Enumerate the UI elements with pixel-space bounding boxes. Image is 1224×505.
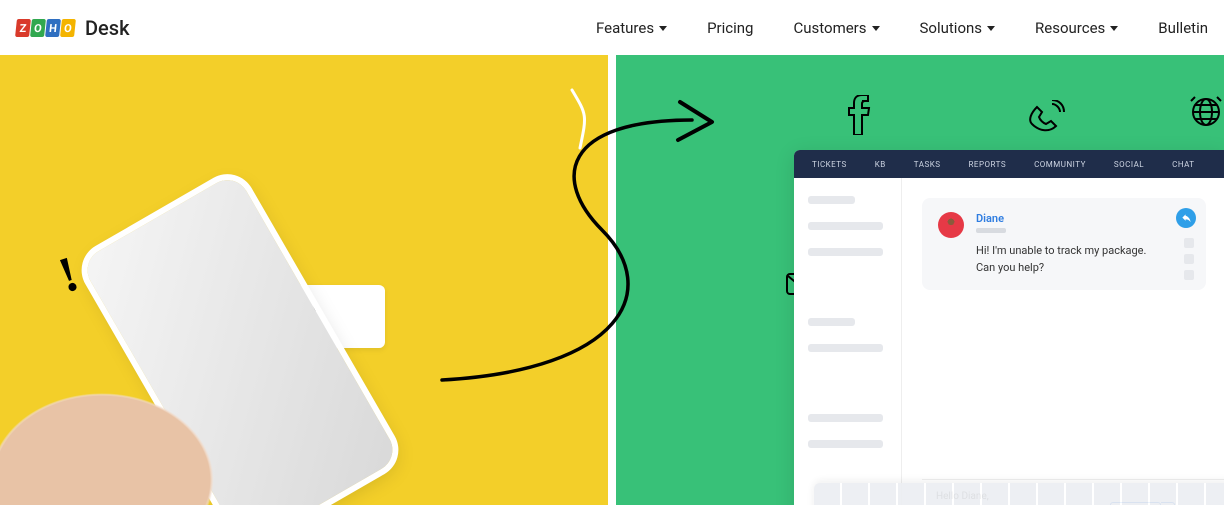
sidebar-skeleton: [808, 318, 855, 326]
desk-sidebar: [794, 178, 902, 505]
ticket-action-skeleton: [1184, 238, 1194, 248]
zoho-logo-icon: ZOHO: [16, 19, 75, 37]
ticket-body-line: Hi! I'm unable to track my package.: [976, 243, 1146, 260]
nav-solutions[interactable]: Solutions: [920, 19, 996, 37]
sidebar-skeleton: [808, 222, 883, 230]
facebook-icon: [846, 95, 872, 135]
desk-tab-chat[interactable]: CHAT: [1172, 160, 1194, 169]
hero-split: ! ? ″ Hi! I'm unable to track my package…: [0, 55, 1224, 505]
nav-customers-label: Customers: [793, 19, 866, 37]
chevron-down-icon: [659, 26, 667, 31]
keyboard-illustration: [814, 483, 1224, 505]
desk-tab-reports[interactable]: REPORTS: [968, 160, 1006, 169]
desk-tab-community[interactable]: COMMUNITY: [1034, 160, 1086, 169]
brand-logo[interactable]: ZOHO Desk: [16, 16, 130, 40]
ticket-side-actions: [1184, 238, 1194, 280]
ticket-body-line: Can you help?: [976, 260, 1146, 277]
hero-left-pane: ! ? ″ Hi! I'm unable to track my package…: [0, 55, 608, 505]
sidebar-skeleton: [808, 414, 883, 422]
desk-main: Diane Hi! I'm unable to track my package…: [902, 178, 1224, 505]
chevron-down-icon: [872, 26, 880, 31]
desk-app-nav: TICKETS KB TASKS REPORTS COMMUNITY SOCIA…: [794, 150, 1224, 178]
hero-right-pane: TICKETS KB TASKS REPORTS COMMUNITY SOCIA…: [616, 55, 1224, 505]
chevron-down-icon: [987, 26, 995, 31]
ticket-meta-skeleton: [976, 228, 1006, 233]
nav-customers[interactable]: Customers: [793, 19, 879, 37]
sidebar-skeleton: [808, 248, 883, 256]
hand-illustration: [0, 285, 310, 505]
nav-solutions-label: Solutions: [920, 19, 983, 37]
nav-pricing-label: Pricing: [707, 19, 753, 37]
desk-tab-tasks[interactable]: TASKS: [914, 160, 941, 169]
ticket-author-name: Diane: [976, 212, 1146, 225]
brand-name: Desk: [85, 16, 130, 40]
site-header: ZOHO Desk Features Pricing Customers Sol…: [0, 0, 1224, 55]
nav-bulletin[interactable]: Bulletin: [1158, 19, 1208, 37]
nav-features[interactable]: Features: [596, 19, 667, 37]
sidebar-skeleton: [808, 440, 883, 448]
primary-nav: Features Pricing Customers Solutions Res…: [596, 19, 1208, 37]
nav-bulletin-label: Bulletin: [1158, 19, 1208, 37]
desk-tab-kb[interactable]: KB: [875, 160, 886, 169]
desk-app-body: Diane Hi! I'm unable to track my package…: [794, 178, 1224, 505]
nav-features-label: Features: [596, 19, 654, 37]
nav-resources-label: Resources: [1035, 19, 1105, 37]
ticket-card[interactable]: Diane Hi! I'm unable to track my package…: [922, 198, 1206, 290]
desk-tab-tickets[interactable]: TICKETS: [812, 160, 847, 169]
phone-call-icon: [1026, 100, 1068, 134]
ticket-author-avatar: [938, 212, 964, 238]
ticket-action-skeleton: [1184, 254, 1194, 264]
desk-tab-social[interactable]: SOCIAL: [1114, 160, 1144, 169]
ticket-action-skeleton: [1184, 270, 1194, 280]
sidebar-skeleton: [808, 196, 855, 204]
globe-icon: [1189, 95, 1223, 129]
sidebar-skeleton: [808, 344, 883, 352]
chevron-down-icon: [1110, 26, 1118, 31]
desk-app-preview: TICKETS KB TASKS REPORTS COMMUNITY SOCIA…: [794, 150, 1224, 505]
reply-icon[interactable]: [1176, 208, 1196, 228]
nav-resources[interactable]: Resources: [1035, 19, 1118, 37]
nav-pricing[interactable]: Pricing: [707, 19, 753, 37]
